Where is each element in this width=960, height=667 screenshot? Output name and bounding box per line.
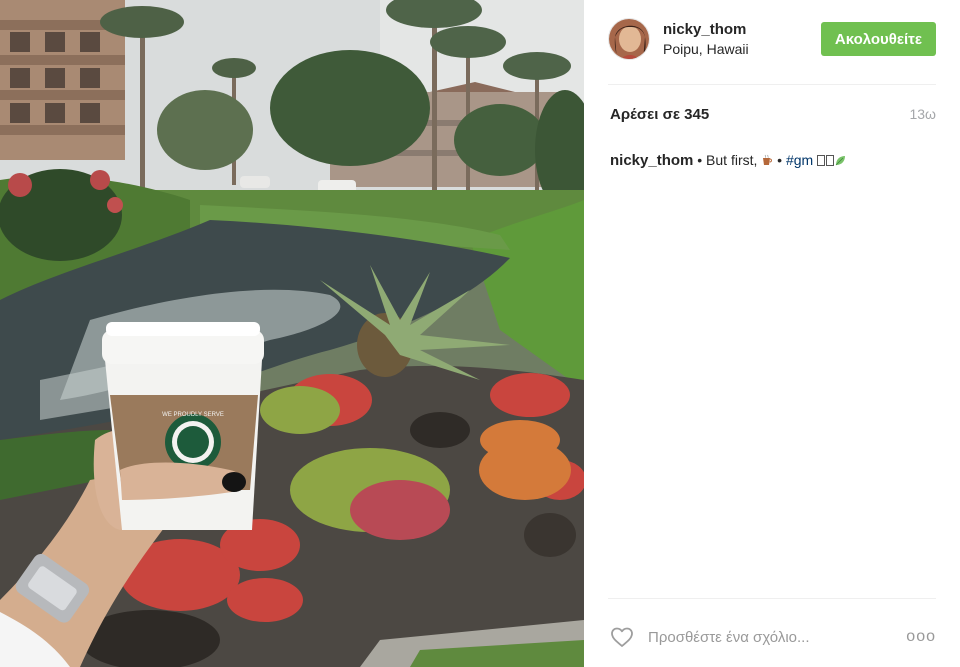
post-photo[interactable]: WE PROUDLY SERVE xyxy=(0,0,584,667)
caption-username-link[interactable]: nicky_thom xyxy=(610,152,693,169)
hashtag-link[interactable]: #gm xyxy=(786,152,813,168)
instagram-post: WE PROUDLY SERVE nicky_thom Poipu, Hawai… xyxy=(0,0,960,667)
post-side-panel: nicky_thom Poipu, Hawaii Ακολουθείτε Αρέ… xyxy=(584,0,960,667)
post-author: nicky_thom Poipu, Hawaii xyxy=(663,21,749,58)
leaf-icon xyxy=(835,156,846,166)
username-link[interactable]: nicky_thom xyxy=(663,21,749,39)
cup-print-text: WE PROUDLY SERVE xyxy=(162,412,224,418)
likes-row: Αρέσει σε 345 13ω xyxy=(610,106,936,123)
location-link[interactable]: Poipu, Hawaii xyxy=(663,41,749,58)
caption-separator: • xyxy=(773,152,786,168)
post-age[interactable]: 13ω xyxy=(909,106,936,122)
footer-divider xyxy=(608,598,936,599)
avatar[interactable] xyxy=(608,18,650,60)
unknown-glyph-icon xyxy=(826,155,835,166)
post-header: nicky_thom Poipu, Hawaii Ακολουθείτε xyxy=(608,16,936,62)
follow-button[interactable]: Ακολουθείτε xyxy=(820,22,936,56)
comment-bar: Προσθέστε ένα σχόλιο... ooo xyxy=(610,622,936,652)
more-options-icon[interactable]: ooo xyxy=(906,628,936,646)
photo-scene: WE PROUDLY SERVE xyxy=(0,0,584,667)
header-divider xyxy=(608,84,936,85)
heart-icon[interactable] xyxy=(610,626,634,648)
caption-text: • But first, xyxy=(693,152,762,168)
unknown-glyph-icon xyxy=(817,155,826,166)
coffee-icon xyxy=(763,154,773,165)
comment-input[interactable]: Προσθέστε ένα σχόλιο... xyxy=(648,629,906,646)
avatar-image xyxy=(609,19,649,59)
caption: nicky_thom • But first, • #gm xyxy=(610,150,936,171)
likes-count[interactable]: Αρέσει σε 345 xyxy=(610,106,709,123)
